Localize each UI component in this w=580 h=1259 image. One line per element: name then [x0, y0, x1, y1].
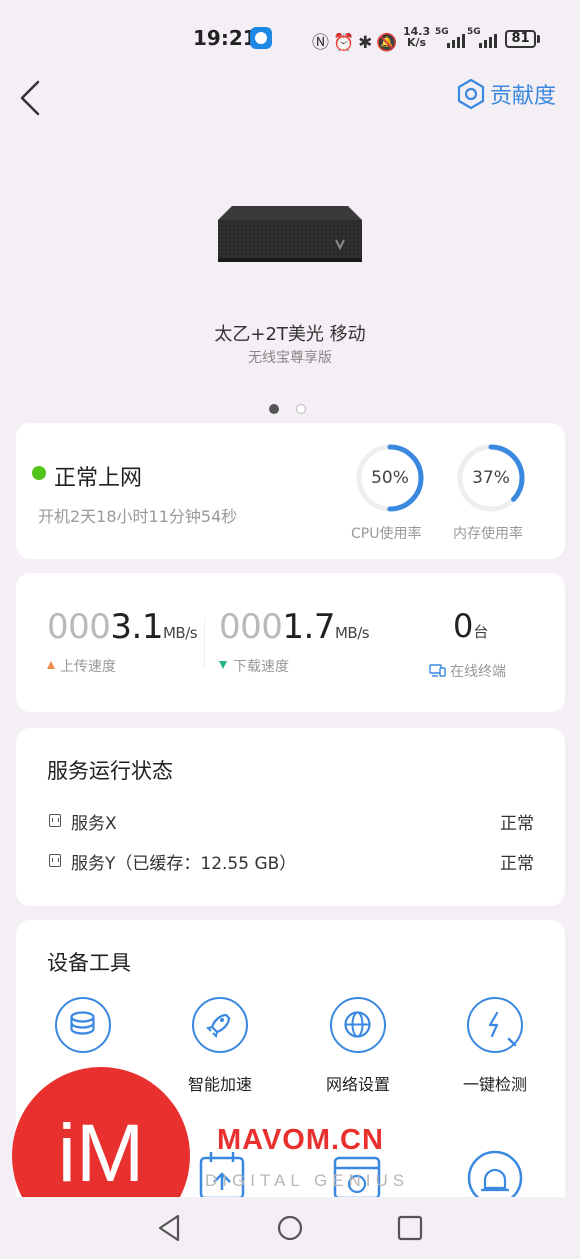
nav-recents-icon[interactable]: [390, 1208, 430, 1248]
online-status-dot: [32, 466, 46, 480]
online-status-text: 正常上网: [54, 466, 143, 491]
tool-smart-accelerate-label: 智能加速: [187, 1075, 252, 1094]
tool-network-settings-label: 网络设置: [325, 1075, 390, 1094]
tools-title: 设备工具: [47, 951, 131, 975]
tool-one-click-check-label: 一键检测: [462, 1075, 527, 1094]
network-status-card: 正常上网 开机2天18小时11分钟54秒 50% CPU使用率 37% 内存使用…: [16, 423, 565, 559]
tool-one-click-check[interactable]: 一键检测: [430, 997, 560, 1095]
online-devices-count[interactable]: 0台: [453, 607, 488, 645]
signal-bars-2-icon: [479, 32, 497, 48]
signal-bars-1-icon: [447, 32, 465, 48]
device-subtitle: 无线宝尊享版: [248, 350, 332, 366]
globe-icon: [330, 997, 386, 1053]
back-button[interactable]: [14, 78, 50, 118]
nfc-icon: Ⓝ: [312, 33, 333, 53]
nav-back-icon[interactable]: [150, 1208, 190, 1248]
network-speed: 14.3 K/s: [403, 25, 431, 49]
traffic-card: 0003.1MB/s 上传速度 0001.7MB/s 下载速度 0台 在线终端: [16, 573, 565, 712]
tool-smart-accelerate[interactable]: 智能加速: [155, 997, 285, 1095]
nav-home-icon[interactable]: [270, 1208, 310, 1248]
tool-storage[interactable]: [18, 997, 148, 1071]
contribution-label: 贡献度: [490, 84, 557, 109]
hexagon-badge-icon: [457, 78, 485, 110]
services-card: 服务运行状态 服务X 正常 服务Y（已缓存：12.55 GB） 正常: [16, 728, 565, 906]
app-notification-icon: [250, 27, 272, 49]
battery-indicator: 81: [505, 30, 536, 48]
divider: [204, 618, 205, 668]
service-y-name: 服务Y（已缓存：12.55 GB）: [71, 854, 297, 874]
watermark-tagline: DIGITAL GENIUS: [205, 1171, 410, 1190]
memory-usage-value: 37%: [472, 468, 510, 488]
service-icon: [49, 854, 61, 867]
online-devices-link[interactable]: 在线终端: [429, 661, 506, 681]
alarm-icon: ⏰: [333, 33, 359, 53]
device-name: 太乙+2T美光 移动: [214, 324, 366, 345]
service-x-name: 服务X: [71, 814, 117, 834]
service-icon: [49, 814, 61, 827]
download-speed-value: 0001.7MB/s: [219, 607, 370, 647]
storage-icon: [55, 997, 111, 1053]
rocket-icon: [192, 997, 248, 1053]
upload-arrow-icon: [47, 661, 55, 669]
cpu-usage-label: CPU使用率: [351, 526, 422, 542]
status-time: 19:21: [193, 26, 257, 50]
carousel-dot[interactable]: [296, 404, 306, 414]
tool-network-settings[interactable]: 网络设置: [293, 997, 423, 1095]
uptime-text: 开机2天18小时11分钟54秒: [38, 507, 238, 526]
status-icons: Ⓝ⏰✱🔕: [312, 28, 402, 53]
online-devices-label: 在线终端: [450, 664, 506, 680]
carousel-dot-active[interactable]: [269, 404, 279, 414]
service-x-status: 正常: [500, 814, 534, 834]
download-arrow-icon: [219, 661, 227, 669]
device-image: [218, 206, 362, 262]
services-title: 服务运行状态: [47, 759, 173, 783]
upload-speed-value: 0003.1MB/s: [47, 607, 198, 647]
chevron-left-icon: [20, 80, 40, 116]
cpu-usage-value: 50%: [371, 468, 409, 488]
devices-icon: [429, 664, 446, 677]
service-y-status: 正常: [500, 854, 534, 874]
memory-usage-label: 内存使用率: [453, 526, 523, 542]
battery-tip: [537, 35, 540, 43]
bluetooth-icon: ✱: [358, 33, 377, 53]
contribution-button[interactable]: 贡献度: [456, 78, 556, 110]
watermark-brand: MAVOM.CN: [217, 1124, 384, 1156]
download-speed-label: 下载速度: [233, 659, 289, 675]
mute-icon: 🔕: [376, 33, 402, 53]
diagnose-icon: [467, 997, 523, 1053]
upload-speed-label: 上传速度: [60, 659, 116, 675]
